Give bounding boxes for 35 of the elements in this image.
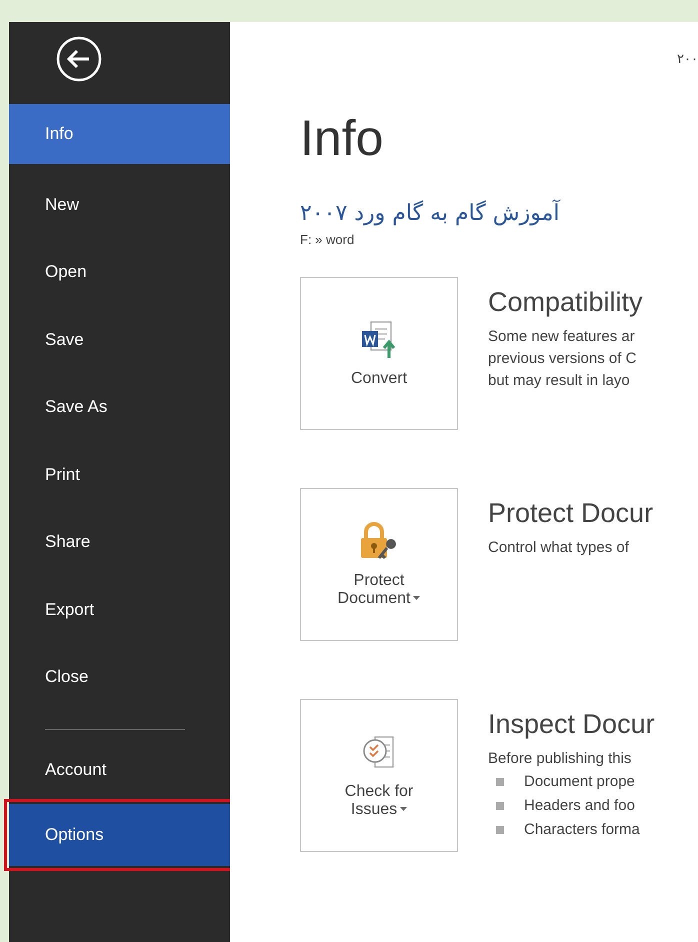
- caret-icon: [413, 596, 420, 600]
- section-title: Compatibility: [488, 287, 643, 318]
- description-text: previous versions of C: [488, 349, 638, 369]
- menu-item[interactable]: Save As: [9, 374, 230, 441]
- description-text: Some new features ar: [488, 327, 636, 347]
- description-text: Control what types of: [488, 538, 630, 558]
- menu-item[interactable]: Share: [9, 508, 230, 576]
- menu-item[interactable]: Account: [9, 736, 230, 804]
- action-button[interactable]: Convert: [300, 277, 458, 430]
- menu-item[interactable]: Close: [9, 644, 230, 711]
- caret-icon: [400, 807, 408, 812]
- action-button[interactable]: Protect Document: [300, 488, 458, 641]
- bullet-icon: [496, 826, 504, 834]
- document-title: آموزش گام به گام ورد ۲۰۰۷: [300, 201, 560, 226]
- section-title: Inspect Docur: [488, 709, 655, 740]
- bullet-icon: [496, 802, 504, 810]
- menu-item[interactable]: New: [9, 171, 230, 238]
- bullet-icon: [496, 778, 504, 786]
- menu-item[interactable]: Print: [9, 441, 230, 508]
- description-text: but may result in layo: [488, 371, 631, 391]
- document-path: F: » word: [300, 232, 356, 247]
- menu-item[interactable]: Export: [9, 576, 230, 644]
- menu-item[interactable]: Open: [9, 238, 230, 306]
- window-title: ۲۰۰: [677, 52, 698, 67]
- bullet-text: Headers and foo: [524, 796, 635, 816]
- section-title: Protect Docur: [488, 498, 654, 529]
- menu-item[interactable]: Info: [9, 104, 230, 164]
- action-button[interactable]: Check for Issues: [300, 699, 458, 852]
- back-icon[interactable]: [56, 36, 102, 82]
- description-text: Before publishing this: [488, 749, 632, 769]
- page-heading: Info: [300, 113, 384, 163]
- bullet-text: Characters forma: [524, 820, 640, 840]
- bullet-text: Document prope: [524, 772, 635, 792]
- menu-item[interactable]: Options: [9, 804, 230, 866]
- menu-item[interactable]: Save: [9, 306, 230, 374]
